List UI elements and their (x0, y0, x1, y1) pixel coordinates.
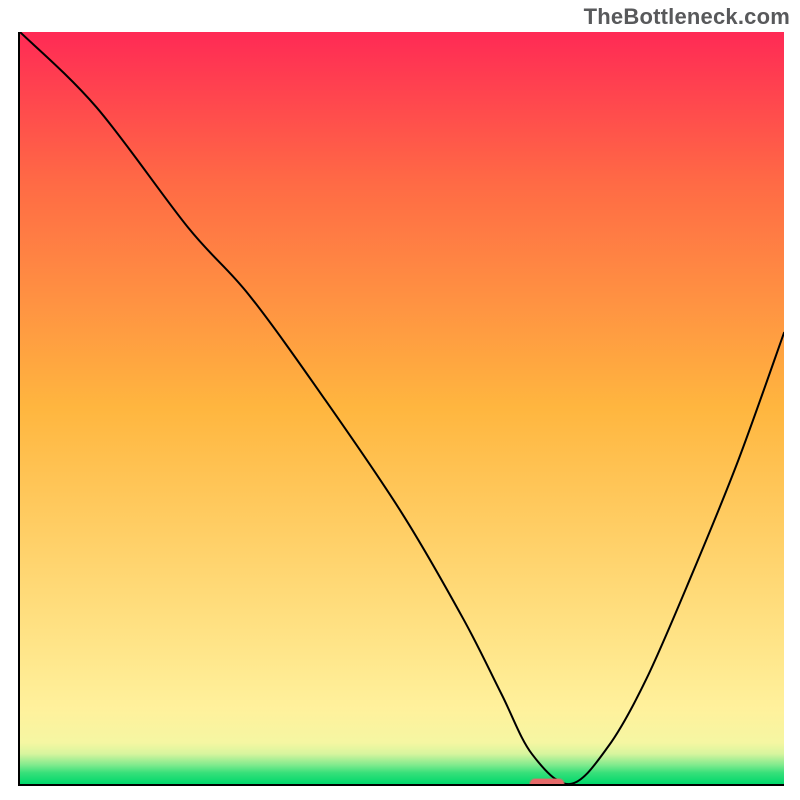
brand-watermark: TheBottleneck.com (584, 4, 790, 30)
bottleneck-gradient (20, 32, 784, 784)
plot-area (18, 32, 784, 786)
optimum-marker (530, 779, 564, 786)
chart-stage: TheBottleneck.com (0, 0, 800, 800)
